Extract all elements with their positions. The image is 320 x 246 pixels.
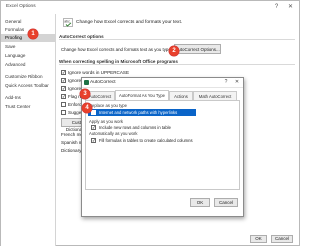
hyperlinks-option-row[interactable]: Internet and network paths with hyperlin… (88, 109, 196, 116)
sidebar-item-advanced[interactable]: Advanced (1, 61, 55, 69)
fill-formulas-option-row[interactable]: ✓ Fill formulas in tables to create calc… (88, 137, 238, 144)
close-icon[interactable]: ✕ (286, 3, 295, 11)
title-bar: Excel Options ? ✕ (1, 1, 299, 13)
enforce-accented-checkbox[interactable] (61, 102, 66, 107)
sidebar-item-trust-center[interactable]: Trust Center (1, 103, 55, 111)
svg-text:abc: abc (64, 20, 70, 24)
fill-formulas-option-label: Fill formulas in tables to create calcul… (99, 138, 193, 143)
sidebar-item-language[interactable]: Language (1, 52, 55, 60)
sidebar-item-general[interactable]: General (1, 18, 55, 26)
autocorrect-dialog: AutoCorrect ? ✕ AutoCorrect AutoFormat A… (81, 77, 244, 217)
help-icon[interactable]: ? (272, 3, 281, 11)
step-badge-2: 2 (169, 46, 179, 56)
autocorrect-title: AutoCorrect (90, 80, 116, 85)
autocorrect-section-heading: AutoCorrect options (59, 34, 295, 40)
replace-as-you-type-label: Replace as you type (89, 103, 127, 108)
ignore-numbers-checkbox[interactable]: ✓ (61, 78, 66, 83)
ignore-uppercase-label: Ignore words in UPPERCASE (68, 70, 130, 75)
automatically-as-you-work-label: Automatically as you work (89, 131, 138, 136)
page-description: Change how Excel corrects and formats yo… (76, 20, 183, 25)
tab-math-autocorrect[interactable]: Math AutoCorrect (193, 91, 237, 100)
tab-actions[interactable]: Actions (169, 91, 193, 100)
autocorrect-options-button[interactable]: AutoCorrect Options... (174, 44, 221, 54)
options-ok-button[interactable]: OK (250, 235, 267, 243)
fill-formulas-checkbox[interactable]: ✓ (91, 138, 96, 143)
suggest-main-dict-checkbox[interactable] (61, 110, 66, 115)
sidebar-item-quick-access-toolbar[interactable]: Quick Access Toolbar (1, 82, 55, 90)
sidebar-item-customize-ribbon[interactable]: Customize Ribbon (1, 73, 55, 81)
spelling-section-heading: When correcting spelling in Microsoft Of… (59, 59, 295, 65)
include-rows-option-label: Include new rows and columns in table (99, 125, 171, 130)
window-title: Excel Options (6, 4, 36, 9)
flag-repeated-checkbox[interactable]: ✓ (61, 94, 66, 99)
hyperlinks-option-label: Internet and network paths with hyperlin… (99, 110, 178, 115)
include-rows-option-row[interactable]: ✓ Include new rows and columns in table (88, 124, 208, 131)
autocorrect-cancel-button[interactable]: Cancel (214, 198, 238, 207)
hyperlinks-checkbox[interactable] (91, 110, 96, 115)
ignore-uppercase-checkbox[interactable]: ✓ (61, 70, 66, 75)
autoformat-panel: Replace as you type Internet and network… (85, 100, 240, 190)
include-rows-checkbox[interactable]: ✓ (91, 125, 96, 130)
step-badge-3: 3 (80, 89, 90, 99)
autocorrect-close-icon[interactable]: ✕ (233, 79, 241, 86)
step-badge-4: 4 (82, 103, 92, 113)
excel-app-icon (84, 80, 89, 85)
tab-autoformat-as-you-type[interactable]: AutoFormat As You Type (115, 90, 169, 100)
autocorrect-help-icon[interactable]: ? (222, 79, 230, 86)
sidebar-item-add-ins[interactable]: Add-Ins (1, 94, 55, 102)
ignore-internet-checkbox[interactable]: ✓ (61, 86, 66, 91)
step-badge-1: 1 (28, 29, 38, 39)
excel-options-window: Excel Options ? ✕ General Formulas Proof… (0, 0, 300, 246)
autocorrect-title-bar: AutoCorrect ? ✕ (82, 78, 243, 88)
autocorrect-description: Change how Excel corrects and formats te… (61, 47, 173, 52)
abc-check-icon: abc (63, 18, 73, 27)
options-cancel-button[interactable]: Cancel (271, 235, 293, 243)
autocorrect-ok-button[interactable]: OK (190, 198, 210, 207)
options-sidebar: General Formulas Proofing Save Language … (1, 14, 56, 246)
sidebar-item-save[interactable]: Save (1, 43, 55, 51)
